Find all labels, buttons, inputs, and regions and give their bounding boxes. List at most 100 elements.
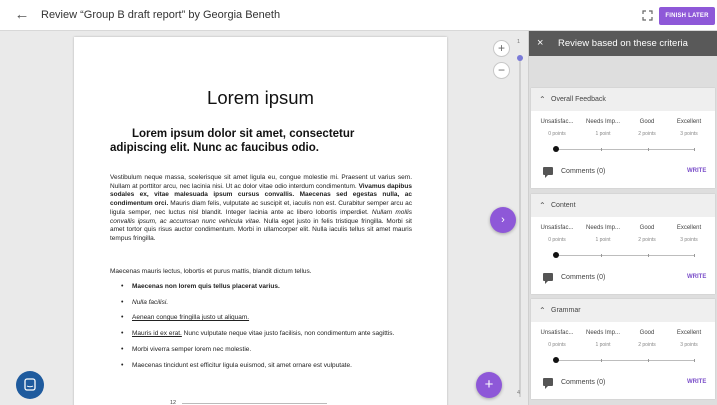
level-option[interactable]: Unsatisfac... 0 points xyxy=(535,225,579,243)
document-paragraph: Maecenas mauris lectus, lobortis et puru… xyxy=(110,268,312,275)
list-item: Maecenas non lorem quis tellus placerat … xyxy=(120,283,412,292)
level-points: 0 points xyxy=(548,237,566,243)
level-option[interactable]: Needs Imp... 1 point xyxy=(581,330,625,348)
criterion-card: ⌃ Overall Feedback Unsatisfac... 0 points… xyxy=(531,88,715,188)
level-name: Excellent xyxy=(676,330,702,336)
level-points: 0 points xyxy=(548,131,566,137)
comments-count: Comments (0) xyxy=(561,168,606,175)
level-name: Needs Imp... xyxy=(585,330,620,336)
level-option[interactable]: Needs Imp... 1 point xyxy=(581,225,625,243)
list-item-text: Maecenas non lorem quis tellus placerat … xyxy=(132,283,280,290)
slider-tick xyxy=(694,359,695,362)
list-item-text: Nunc vulputate neque vitae justo facilis… xyxy=(181,330,395,338)
level-name: Unsatisfac... xyxy=(540,330,574,336)
fullscreen-icon[interactable] xyxy=(642,10,653,21)
criterion-header[interactable]: ⌃ Grammar xyxy=(531,299,715,322)
level-name: Excellent xyxy=(676,119,702,125)
list-item-link[interactable]: Mauris id ex erat. xyxy=(132,330,182,337)
slider-tick xyxy=(694,148,695,151)
level-points: 2 points xyxy=(638,131,656,137)
comment-icon xyxy=(543,273,553,284)
comments-count: Comments (0) xyxy=(561,379,606,386)
chevron-up-icon: ⌃ xyxy=(539,306,546,315)
level-points: 1 point xyxy=(595,342,611,348)
slider-tick xyxy=(694,254,695,257)
slider-tick xyxy=(648,254,649,257)
list-item-text: Nulla facilisi. xyxy=(132,298,169,306)
write-comment-button[interactable]: WRITE xyxy=(687,274,706,280)
level-name: Good xyxy=(639,119,655,125)
level-name: Needs Imp... xyxy=(585,119,620,125)
level-option[interactable]: Excellent 3 points xyxy=(667,330,711,348)
level-option[interactable]: Good 2 points xyxy=(625,225,669,243)
page-scrollbar[interactable] xyxy=(519,57,521,397)
top-bar: ← Review “Group B draft report” by Georg… xyxy=(0,0,717,31)
level-option[interactable]: Needs Imp... 1 point xyxy=(581,119,625,137)
scrollbar-thumb[interactable] xyxy=(517,55,523,61)
level-option[interactable]: Unsatisfac... 0 points xyxy=(535,330,579,348)
document-heading: Lorem ipsum xyxy=(207,87,314,108)
level-option[interactable]: Excellent 3 points xyxy=(667,119,711,137)
criterion-name: Overall Feedback xyxy=(551,96,606,103)
slider-knob[interactable] xyxy=(553,146,559,152)
level-name: Needs Imp... xyxy=(585,225,620,231)
rating-slider[interactable] xyxy=(553,357,695,363)
chevron-up-icon: ⌃ xyxy=(539,95,546,104)
page-title: Review “Group B draft report” by Georgia… xyxy=(41,9,281,21)
slider-tick xyxy=(648,359,649,362)
level-name: Excellent xyxy=(676,225,702,231)
level-option[interactable]: Unsatisfac... 0 points xyxy=(535,119,579,137)
criterion-card: ⌃ Content Unsatisfac... 0 points Needs Im… xyxy=(531,194,715,294)
chart-tick-label: 12 xyxy=(170,400,177,405)
criterion-card: ⌃ Grammar Unsatisfac... 0 points Needs Im… xyxy=(531,299,715,399)
criterion-header[interactable]: ⌃ Overall Feedback xyxy=(531,88,715,111)
chevron-up-icon: ⌃ xyxy=(539,201,546,210)
page-number-bottom: 4 xyxy=(517,390,521,396)
zoom-in-button[interactable]: + xyxy=(493,40,510,57)
level-option[interactable]: Excellent 3 points xyxy=(667,225,711,243)
list-item: Morbi viverra semper lorem nec molestie. xyxy=(120,346,412,355)
slider-tick xyxy=(601,254,602,257)
list-item-link[interactable]: Aenean congue fringilla justo ut aliquam… xyxy=(132,314,249,321)
zoom-out-button[interactable]: − xyxy=(493,62,510,79)
close-icon[interactable]: × xyxy=(537,37,543,50)
criterion-name: Content xyxy=(551,202,576,209)
level-points: 1 point xyxy=(595,131,611,137)
document-page: Lorem ipsum Lorem ipsum dolor sit amet, … xyxy=(74,37,447,405)
comment-icon xyxy=(543,378,553,389)
rating-slider[interactable] xyxy=(553,252,695,258)
comment-icon xyxy=(543,167,553,178)
list-item: Aenean congue fringilla justo ut aliquam… xyxy=(120,314,412,323)
level-points: 3 points xyxy=(680,131,698,137)
write-comment-button[interactable]: WRITE xyxy=(687,379,706,385)
rating-slider[interactable] xyxy=(553,146,695,152)
level-option[interactable]: Good 2 points xyxy=(625,330,669,348)
document-viewer[interactable]: Lorem ipsum Lorem ipsum dolor sit amet, … xyxy=(0,31,528,405)
document-chart: 12 xyxy=(170,400,330,405)
slider-tick xyxy=(648,148,649,151)
criterion-header[interactable]: ⌃ Content xyxy=(531,194,715,217)
level-option[interactable]: Good 2 points xyxy=(625,119,669,137)
level-name: Good xyxy=(639,225,655,231)
document-bullet-list: Maecenas non lorem quis tellus placerat … xyxy=(120,283,412,377)
next-criteria-button[interactable]: › xyxy=(490,207,516,233)
finish-later-button[interactable]: FINISH LATER xyxy=(659,7,715,25)
chat-icon xyxy=(24,378,36,391)
slider-tick xyxy=(601,359,602,362)
list-item: Nulla facilisi. xyxy=(120,299,412,308)
level-points: 3 points xyxy=(680,342,698,348)
chat-help-button[interactable] xyxy=(16,371,44,399)
level-points: 2 points xyxy=(638,237,656,243)
level-name: Unsatisfac... xyxy=(540,225,574,231)
back-arrow-icon[interactable]: ← xyxy=(14,7,30,23)
document-subheading: Lorem ipsum dolor sit amet, consectetur … xyxy=(110,128,355,154)
add-comment-button[interactable]: + xyxy=(476,372,502,398)
write-comment-button[interactable]: WRITE xyxy=(687,168,706,174)
slider-knob[interactable] xyxy=(553,357,559,363)
level-name: Unsatisfac... xyxy=(540,119,574,125)
level-points: 3 points xyxy=(680,237,698,243)
panel-title: Review based on these criteria xyxy=(558,38,688,49)
list-item-text: Maecenas tincidunt est efficitur ligula … xyxy=(132,361,352,369)
slider-knob[interactable] xyxy=(553,252,559,258)
slider-tick xyxy=(601,148,602,151)
